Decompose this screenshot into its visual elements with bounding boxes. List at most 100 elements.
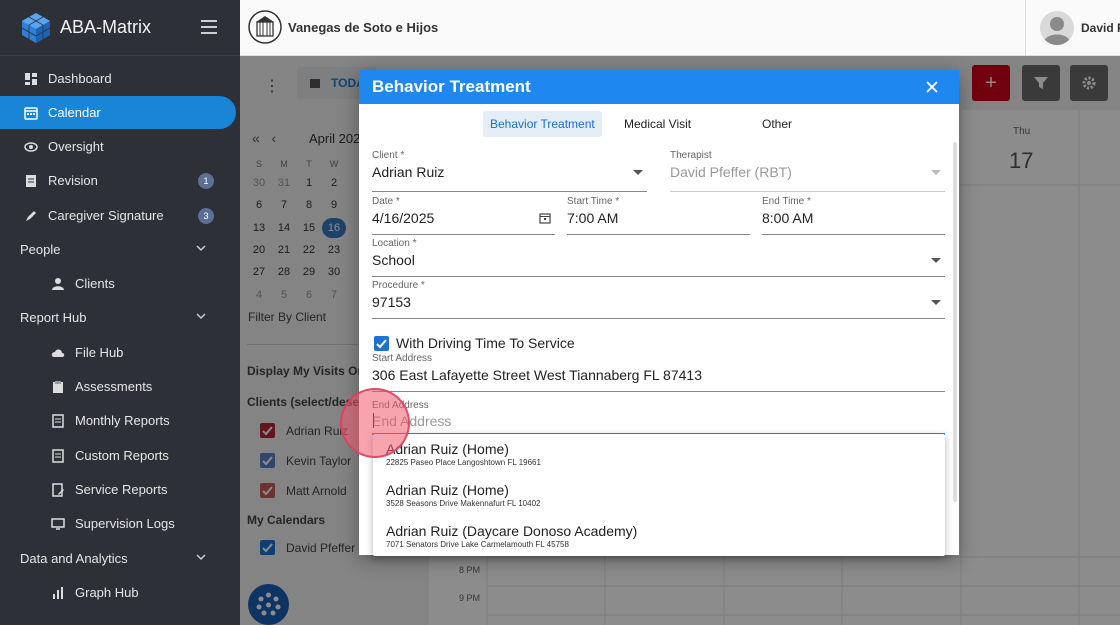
underline xyxy=(372,234,555,235)
suggestion-address: 7071 Senators Drive Lake Carmelamouth FL… xyxy=(386,540,569,549)
suggestion-item[interactable]: Adrian Ruiz (Home) 3528 Seasons Drive Ma… xyxy=(386,482,540,508)
cube-logo-icon xyxy=(21,12,51,43)
tab-medical-visit[interactable]: Medical Visit xyxy=(617,111,698,137)
field-label: Start Time * xyxy=(567,196,620,207)
field-label: Procedure * xyxy=(372,280,425,291)
sidebar-item-label: Revision xyxy=(48,173,98,188)
sidebar-group-people[interactable]: People xyxy=(0,233,236,266)
dropdown-arrow-icon[interactable] xyxy=(633,170,643,175)
sidebar-item-file-hub[interactable]: File Hub xyxy=(0,336,236,369)
document-icon xyxy=(26,174,36,187)
top-bar: Vanegas de Soto e Hijos David P xyxy=(240,0,1120,56)
driving-time-checkbox[interactable]: With Driving Time To Service xyxy=(374,335,575,351)
underline xyxy=(762,234,945,235)
report-edit-icon xyxy=(52,482,64,497)
cloud-icon xyxy=(51,348,65,357)
sidebar-group-report-hub[interactable]: Report Hub xyxy=(0,301,236,334)
field-value: 306 East Lafayette Street West Tiannaber… xyxy=(372,367,702,383)
sidebar-item-label: Calendar xyxy=(48,105,101,120)
end-address-field[interactable]: End Address xyxy=(372,400,945,435)
suggestion-address: 3528 Seasons Drive Makennafurt FL 10402 xyxy=(386,499,541,508)
sidebar-item-label: Oversight xyxy=(48,139,104,154)
field-label: Date * xyxy=(372,196,400,207)
sidebar-item-label: Custom Reports xyxy=(75,448,169,463)
eye-icon xyxy=(24,141,38,152)
start-time-field[interactable]: Start Time * 7:00 AM xyxy=(567,196,750,235)
dropdown-arrow-icon[interactable] xyxy=(931,258,941,263)
field-value: 97153 xyxy=(372,294,411,310)
field-value: School xyxy=(372,252,415,268)
end-time-field[interactable]: End Time * 8:00 AM xyxy=(762,196,945,235)
chevron-down-icon xyxy=(196,313,206,320)
company-logo-icon xyxy=(248,10,282,44)
dropdown-arrow-icon xyxy=(931,170,941,175)
sidebar-item-label: Service Reports xyxy=(75,482,168,497)
suggestion-name: Adrian Ruiz (Home) xyxy=(386,441,509,457)
underline xyxy=(372,318,945,319)
visit-type-tabs: Behavior Treatment Medical Visit Other xyxy=(359,111,959,137)
underline xyxy=(567,234,750,235)
company-name: Vanegas de Soto e Hijos xyxy=(288,20,439,35)
underline xyxy=(372,191,647,192)
calendar-icon xyxy=(24,106,38,120)
checkbox-icon[interactable] xyxy=(374,335,389,351)
pen-icon xyxy=(26,210,36,221)
underline xyxy=(372,276,945,277)
field-label: Location * xyxy=(372,238,417,249)
date-field[interactable]: Date * 4/16/2025 xyxy=(372,196,555,235)
field-label: End Time * xyxy=(762,196,811,207)
therapist-select: Therapist David Pfeffer (RBT) xyxy=(670,150,945,192)
field-value: 7:00 AM xyxy=(567,210,619,226)
menu-toggle-icon[interactable] xyxy=(201,20,217,34)
sidebar-item-oversight[interactable]: Oversight xyxy=(0,130,236,163)
bar-chart-icon xyxy=(53,586,63,599)
sidebar-item-label: Supervision Logs xyxy=(75,516,175,531)
scrollbar[interactable] xyxy=(953,142,957,502)
end-address-input[interactable] xyxy=(372,413,945,429)
sidebar-item-custom-reports[interactable]: Custom Reports xyxy=(0,439,236,472)
client-select[interactable]: Client * Adrian Ruiz xyxy=(372,150,647,192)
field-value: 4/16/2025 xyxy=(372,210,435,226)
sidebar-item-assessments[interactable]: Assessments xyxy=(0,370,236,403)
signature-count-badge: 3 xyxy=(198,208,214,224)
field-label: Client * xyxy=(372,150,405,161)
sidebar-item-caregiver-signature[interactable]: Caregiver Signature 3 xyxy=(0,199,236,232)
suggestion-item[interactable]: Adrian Ruiz (Daycare Donoso Academy) 707… xyxy=(386,523,637,549)
close-icon[interactable] xyxy=(925,80,939,94)
sidebar-group-label: Report Hub xyxy=(20,310,87,325)
avatar[interactable] xyxy=(1040,11,1074,45)
report-icon xyxy=(52,413,64,428)
sidebar-item-supervision-logs[interactable]: Supervision Logs xyxy=(0,507,236,540)
sidebar-item-calendar[interactable]: Calendar xyxy=(0,96,236,129)
field-value: David Pfeffer (RBT) xyxy=(670,164,792,180)
field-label: Therapist xyxy=(670,150,712,161)
suggestion-address: 22825 Paseo Place Langoshtown FL 19661 xyxy=(386,458,541,467)
sidebar-item-dashboard[interactable]: Dashboard xyxy=(0,62,236,95)
sidebar-item-monthly-reports[interactable]: Monthly Reports xyxy=(0,404,236,437)
sidebar-group-data-analytics[interactable]: Data and Analytics xyxy=(0,542,236,575)
sidebar-item-revision[interactable]: Revision 1 xyxy=(0,164,236,197)
sidebar-item-graph-hub[interactable]: Graph Hub xyxy=(0,576,236,609)
suggestion-item[interactable]: Adrian Ruiz (Home) 22825 Paseo Place Lan… xyxy=(386,441,541,467)
sidebar-item-clients[interactable]: Clients xyxy=(0,267,236,300)
procedure-select[interactable]: Procedure * 97153 xyxy=(372,280,945,319)
location-select[interactable]: Location * School xyxy=(372,238,945,277)
tab-behavior-treatment[interactable]: Behavior Treatment xyxy=(483,111,602,137)
clipboard-icon xyxy=(53,380,63,393)
field-value: 8:00 AM xyxy=(762,210,814,226)
field-value: Adrian Ruiz xyxy=(372,164,445,180)
calendar-icon[interactable] xyxy=(539,212,551,224)
chevron-down-icon xyxy=(196,245,206,252)
click-indicator xyxy=(340,388,410,458)
person-icon xyxy=(52,277,64,290)
dialog-header: Behavior Treatment xyxy=(359,70,959,104)
tab-other[interactable]: Other xyxy=(755,111,799,137)
dialog-title: Behavior Treatment xyxy=(372,77,531,96)
sidebar-item-service-reports[interactable]: Service Reports xyxy=(0,473,236,506)
start-address-field[interactable]: Start Address 306 East Lafayette Street … xyxy=(372,353,945,392)
dropdown-arrow-icon[interactable] xyxy=(931,300,941,305)
sidebar-item-label: Clients xyxy=(75,276,115,291)
sidebar-group-label: Data and Analytics xyxy=(20,551,128,566)
user-name[interactable]: David P xyxy=(1081,21,1120,35)
sidebar-item-label: Monthly Reports xyxy=(75,413,170,428)
